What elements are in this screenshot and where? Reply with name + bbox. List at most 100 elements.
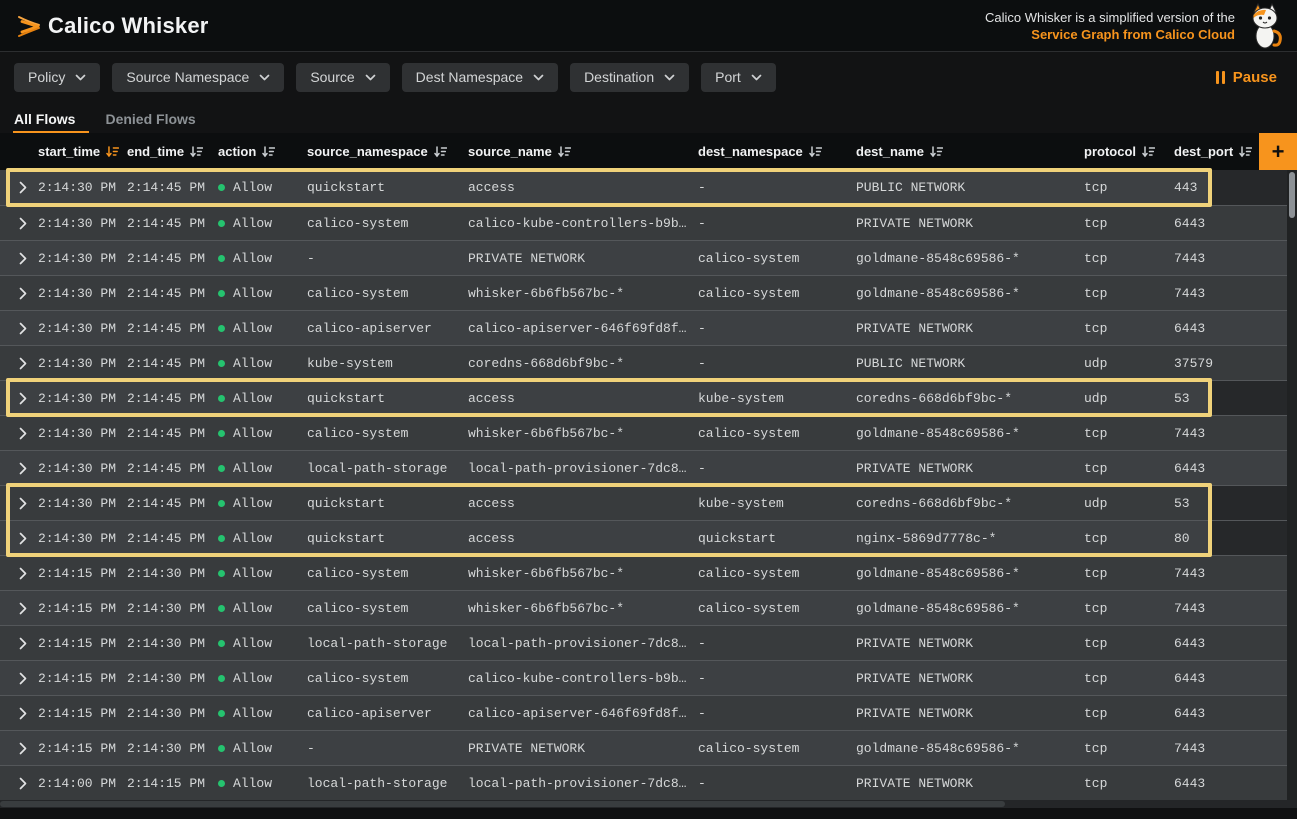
tab-denied-flows[interactable]: Denied Flows [105, 101, 195, 133]
cell-start_time: 2:14:30 PM [30, 381, 119, 415]
tab-all-flows[interactable]: All Flows [14, 101, 75, 133]
cell-action: Allow [210, 311, 299, 345]
expand-chevron-icon[interactable] [19, 287, 27, 300]
column-header-dest_name[interactable]: dest_name [848, 133, 1076, 170]
cell-action: Allow [210, 241, 299, 275]
table-row[interactable]: 2:14:00 PM2:14:15 PMAllowlocal-path-stor… [0, 765, 1287, 800]
expand-row-button[interactable] [0, 381, 30, 415]
table-row[interactable]: 2:14:30 PM2:14:45 PMAllowlocal-path-stor… [0, 450, 1287, 485]
table-row[interactable]: 2:14:30 PM2:14:45 PMAllowcalico-systemwh… [0, 275, 1287, 310]
column-header-source_name[interactable]: source_name [460, 133, 690, 170]
expand-chevron-icon[interactable] [19, 742, 27, 755]
expand-chevron-icon[interactable] [19, 217, 27, 230]
expand-row-button[interactable] [0, 276, 30, 310]
expand-chevron-icon[interactable] [19, 672, 27, 685]
expand-row-button[interactable] [0, 766, 30, 800]
column-header-dest_namespace[interactable]: dest_namespace [690, 133, 848, 170]
chevron-down-icon [259, 74, 270, 81]
table-row[interactable]: 2:14:30 PM2:14:45 PMAllowkube-systemcore… [0, 345, 1287, 380]
expand-row-button[interactable] [0, 486, 30, 520]
expand-row-button[interactable] [0, 311, 30, 345]
filter-destination[interactable]: Destination [570, 63, 689, 92]
expand-chevron-icon[interactable] [19, 637, 27, 650]
expand-row-button[interactable] [0, 416, 30, 450]
expand-chevron-icon[interactable] [19, 392, 27, 405]
column-header-source_namespace[interactable]: source_namespace [299, 133, 460, 170]
column-header-end_time[interactable]: end_time [119, 133, 210, 170]
cell-action: Allow [210, 346, 299, 380]
table-row[interactable]: 2:14:30 PM2:14:45 PMAllowquickstartacces… [0, 520, 1287, 555]
expand-row-button[interactable] [0, 731, 30, 765]
chevron-down-icon [533, 74, 544, 81]
cell-source_name: whisker-6b6fb567bc-* [460, 591, 690, 625]
expand-row-button[interactable] [0, 521, 30, 555]
table-row[interactable]: 2:14:30 PM2:14:45 PMAllow-PRIVATE NETWOR… [0, 240, 1287, 275]
table-row[interactable]: 2:14:30 PM2:14:45 PMAllowcalico-systemwh… [0, 415, 1287, 450]
service-graph-link[interactable]: Service Graph from Calico Cloud [1031, 26, 1235, 43]
sort-icon [809, 145, 822, 158]
column-header-start_time[interactable]: start_time [30, 133, 119, 170]
table-row[interactable]: 2:14:15 PM2:14:30 PMAllowlocal-path-stor… [0, 625, 1287, 660]
filter-bar: Policy Source Namespace Source Dest Namespa… [0, 53, 1297, 101]
expand-row-button[interactable] [0, 626, 30, 660]
expand-chevron-icon[interactable] [19, 252, 27, 265]
cell-dest_port: 6443 [1166, 626, 1287, 660]
sort-icon [930, 145, 943, 158]
expand-chevron-icon[interactable] [19, 707, 27, 720]
cell-end_time: 2:14:45 PM [119, 311, 210, 345]
expand-chevron-icon[interactable] [19, 497, 27, 510]
add-column-button[interactable]: + [1259, 133, 1297, 170]
cell-dest_namespace: - [690, 170, 848, 205]
cell-protocol: tcp [1076, 416, 1166, 450]
cell-start_time: 2:14:30 PM [30, 241, 119, 275]
expand-row-button[interactable] [0, 346, 30, 380]
column-label: protocol [1084, 144, 1136, 159]
expand-row-button[interactable] [0, 451, 30, 485]
filter-port[interactable]: Port [701, 63, 776, 92]
cell-dest_name: goldmane-8548c69586-* [848, 241, 1076, 275]
table-row[interactable]: 2:14:30 PM2:14:45 PMAllowcalico-apiserve… [0, 310, 1287, 345]
filter-policy[interactable]: Policy [14, 63, 100, 92]
filter-dest-namespace[interactable]: Dest Namespace [402, 63, 558, 92]
table-row[interactable]: 2:14:30 PM2:14:45 PMAllowquickstartacces… [0, 485, 1287, 520]
cell-protocol: tcp [1076, 521, 1166, 555]
column-header-action[interactable]: action [210, 133, 299, 170]
expand-row-button[interactable] [0, 591, 30, 625]
expand-chevron-icon[interactable] [19, 181, 27, 194]
expand-chevron-icon[interactable] [19, 567, 27, 580]
expand-row-button[interactable] [0, 661, 30, 695]
expand-chevron-icon[interactable] [19, 462, 27, 475]
pause-button[interactable]: Pause [1216, 69, 1277, 86]
filter-source[interactable]: Source [296, 63, 389, 92]
vertical-scrollbar-thumb[interactable] [1289, 172, 1295, 218]
expand-chevron-icon[interactable] [19, 357, 27, 370]
table-row[interactable]: 2:14:15 PM2:14:30 PMAllow-PRIVATE NETWOR… [0, 730, 1287, 765]
horizontal-scrollbar-thumb[interactable] [0, 801, 1005, 807]
cell-dest_name: PRIVATE NETWORK [848, 766, 1076, 800]
expand-chevron-icon[interactable] [19, 602, 27, 615]
expand-row-button[interactable] [0, 206, 30, 240]
expand-row-button[interactable] [0, 556, 30, 590]
expand-row-button[interactable] [0, 241, 30, 275]
cell-start_time: 2:14:15 PM [30, 591, 119, 625]
table-row[interactable]: 2:14:15 PM2:14:30 PMAllowcalico-systemwh… [0, 555, 1287, 590]
table-row[interactable]: 2:14:15 PM2:14:30 PMAllowcalico-apiserve… [0, 695, 1287, 730]
expand-chevron-icon[interactable] [19, 322, 27, 335]
table-row[interactable]: 2:14:30 PM2:14:45 PMAllowcalico-systemca… [0, 205, 1287, 240]
cell-end_time: 2:14:45 PM [119, 346, 210, 380]
cell-source_name: whisker-6b6fb567bc-* [460, 276, 690, 310]
expand-chevron-icon[interactable] [19, 427, 27, 440]
cell-dest_name: PRIVATE NETWORK [848, 311, 1076, 345]
filter-source-namespace[interactable]: Source Namespace [112, 63, 284, 92]
expand-row-button[interactable] [0, 696, 30, 730]
expand-row-button[interactable] [0, 170, 30, 205]
table-row[interactable]: 2:14:30 PM2:14:45 PMAllowquickstartacces… [0, 380, 1287, 415]
table-row[interactable]: 2:14:15 PM2:14:30 PMAllowcalico-systemca… [0, 660, 1287, 695]
expand-chevron-icon[interactable] [19, 532, 27, 545]
cell-dest_namespace: - [690, 206, 848, 240]
cell-dest_name: PRIVATE NETWORK [848, 696, 1076, 730]
table-row[interactable]: 2:14:30 PM2:14:45 PMAllowquickstartacces… [0, 170, 1287, 205]
table-row[interactable]: 2:14:15 PM2:14:30 PMAllowcalico-systemwh… [0, 590, 1287, 625]
column-header-protocol[interactable]: protocol [1076, 133, 1166, 170]
expand-chevron-icon[interactable] [19, 777, 27, 790]
